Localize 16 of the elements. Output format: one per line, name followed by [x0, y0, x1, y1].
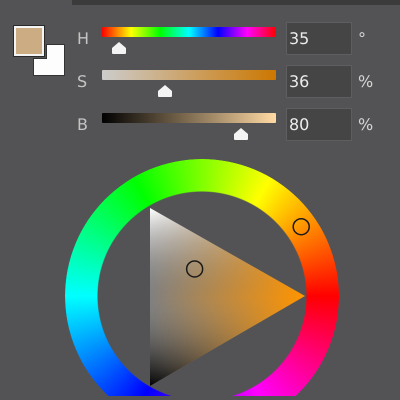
channel-label: S [77, 71, 88, 93]
unit-label: ° [357, 28, 367, 50]
value-field[interactable]: 80 [286, 108, 352, 141]
background-color-swatch[interactable] [33, 44, 65, 76]
channel-label: B [77, 114, 89, 136]
value-field[interactable]: 35 [286, 22, 352, 55]
color-marker[interactable] [186, 260, 204, 278]
foreground-color-swatch[interactable] [14, 26, 44, 56]
slider-thumb[interactable] [156, 85, 173, 97]
channel-label: H [77, 28, 90, 50]
slider-thumb[interactable] [110, 42, 127, 54]
hue-marker[interactable] [292, 218, 310, 236]
slider-thumb[interactable] [233, 128, 250, 140]
unit-label: % [357, 114, 374, 136]
unit-label: % [357, 71, 374, 93]
value-field[interactable]: 36 [286, 65, 352, 98]
